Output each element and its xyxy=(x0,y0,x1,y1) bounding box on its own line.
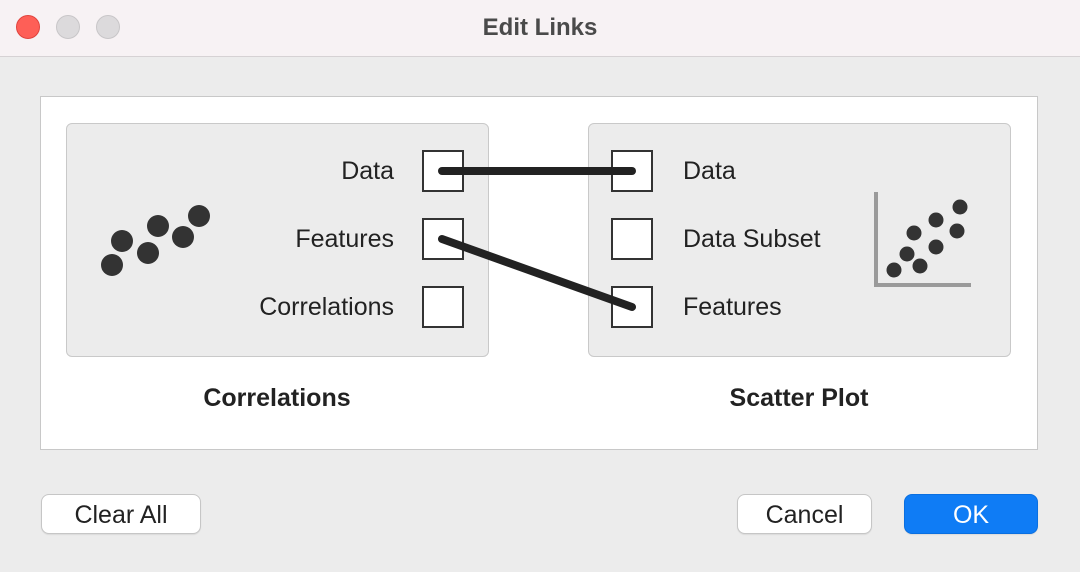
source-port-label-correlations: Correlations xyxy=(259,293,394,321)
edit-links-dialog: Edit Links Data Features Correlations Da… xyxy=(0,0,1080,572)
source-port-features-checkbox[interactable] xyxy=(422,218,464,260)
links-canvas: Data Features Correlations Data Data Sub… xyxy=(40,96,1038,450)
target-widget-name: Scatter Plot xyxy=(729,384,869,412)
target-port-label-features: Features xyxy=(683,293,782,321)
target-port-label-data: Data xyxy=(683,157,736,185)
source-port-correlations-checkbox[interactable] xyxy=(422,286,464,328)
target-widget-box: Data Data Subset Features xyxy=(588,123,1011,357)
ok-button[interactable]: OK xyxy=(904,494,1038,534)
target-port-label-data-subset: Data Subset xyxy=(683,225,821,253)
source-widget-box: Data Features Correlations xyxy=(66,123,489,357)
source-widget-name: Correlations xyxy=(203,384,351,412)
title-bar: Edit Links xyxy=(0,0,1080,57)
source-port-data-checkbox[interactable] xyxy=(422,150,464,192)
scatter-plot-icon xyxy=(874,192,971,287)
source-port-label-features: Features xyxy=(295,225,394,253)
target-port-features-checkbox[interactable] xyxy=(611,286,653,328)
source-port-label-data: Data xyxy=(341,157,394,185)
target-port-data-subset-checkbox[interactable] xyxy=(611,218,653,260)
cancel-button[interactable]: Cancel xyxy=(737,494,872,534)
clear-all-button[interactable]: Clear All xyxy=(41,494,201,534)
target-port-data-checkbox[interactable] xyxy=(611,150,653,192)
window-title: Edit Links xyxy=(482,14,598,41)
